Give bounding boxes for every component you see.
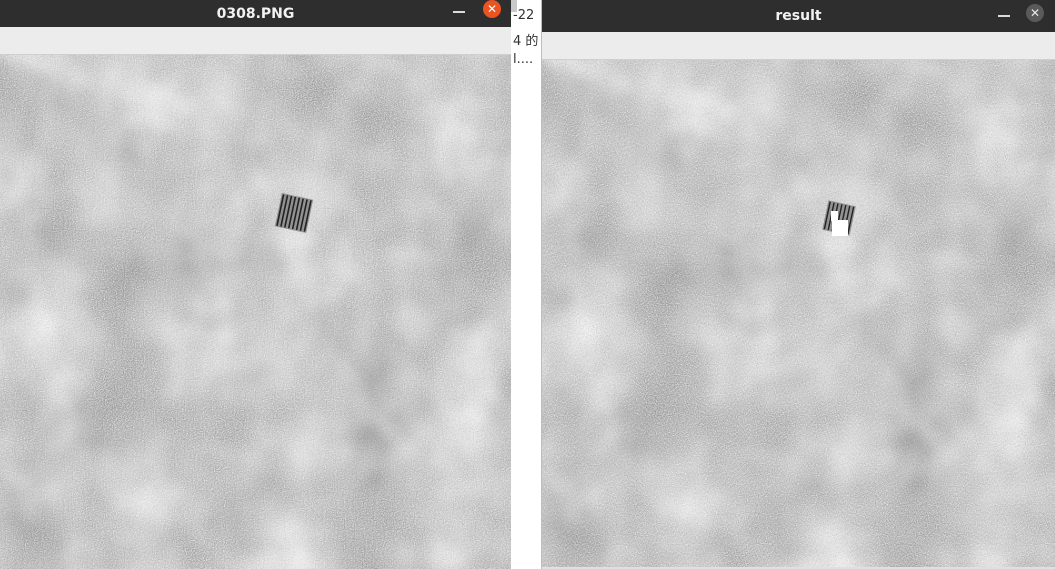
background-text-line: 4 的 (513, 34, 539, 49)
window-title: result (775, 8, 822, 24)
minimize-icon[interactable] (453, 11, 465, 13)
window-toolbar (542, 32, 1055, 60)
window-toolbar (0, 27, 511, 55)
close-icon[interactable]: ✕ (483, 0, 501, 18)
minimize-icon[interactable] (998, 15, 1010, 17)
noise-image (542, 60, 1055, 569)
window-titlebar[interactable]: result (542, 0, 1055, 32)
image-window-original[interactable]: 0308.PNG ✕ (0, 0, 511, 569)
noise-image (0, 55, 511, 569)
image-view[interactable] (542, 60, 1055, 569)
background-text-line: l.... (513, 52, 534, 67)
background-text-line: -22 (513, 8, 535, 23)
window-titlebar[interactable]: 0308.PNG (0, 0, 511, 27)
background-window-strip: -22 4 的 l.... (511, 0, 541, 569)
close-icon[interactable]: ✕ (1026, 4, 1044, 22)
image-window-result[interactable]: result ✕ (541, 0, 1055, 569)
window-title: 0308.PNG (216, 5, 295, 22)
image-view[interactable] (0, 55, 511, 569)
